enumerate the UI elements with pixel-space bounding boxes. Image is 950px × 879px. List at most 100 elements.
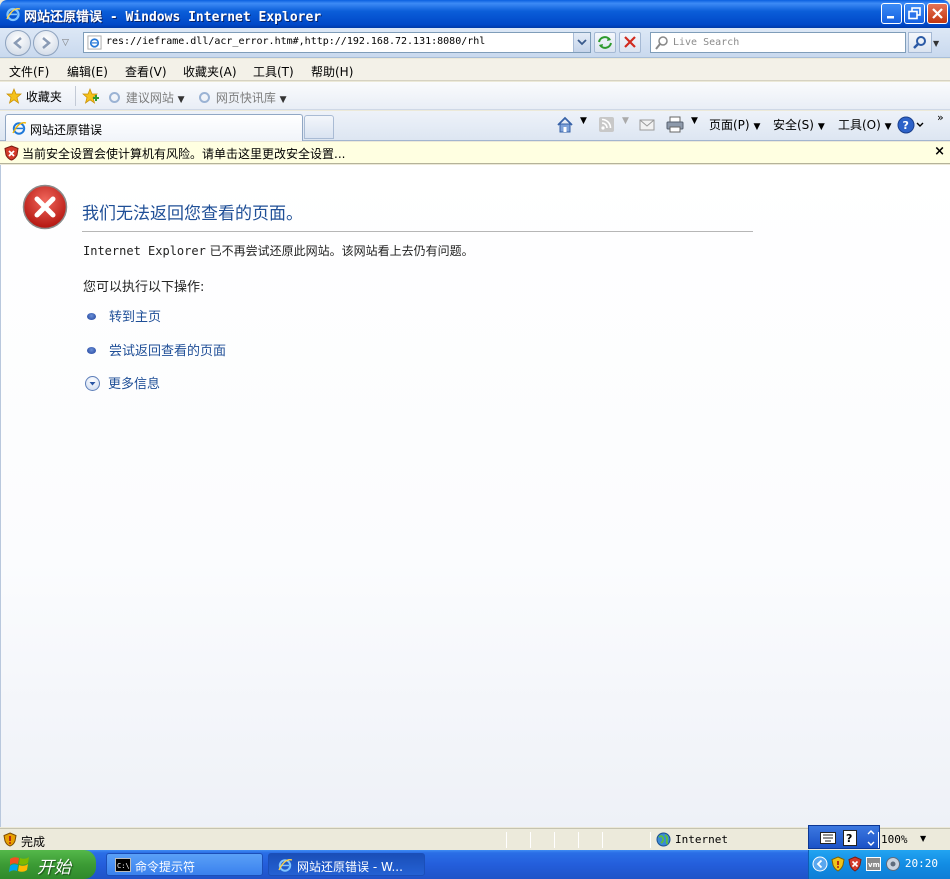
start-button[interactable]: 开始 [0,850,96,879]
stop-button[interactable] [619,32,641,53]
vmware-tools-icon[interactable]: vm [866,857,881,871]
add-to-favorites-icon[interactable] [82,88,100,105]
error-description: Internet Explorer 已不再尝试还原此网站。该网站看上去仍有问题。 [83,242,474,259]
security-warning-shield-icon [4,145,19,161]
search-icon [913,36,926,49]
language-bar-options-icon[interactable] [866,828,876,848]
page-content: 我们无法返回您查看的页面。 Internet Explorer 已不再尝试还原此… [0,165,950,827]
more-information-label: 更多信息 [108,377,161,392]
refresh-button[interactable] [594,32,616,53]
error-icon [22,184,68,230]
status-bar: 完成 Internet ? 100% ▼ [0,825,950,850]
information-bar[interactable]: 当前安全设置会使计算机有风险。请单击这里更改安全设置... × [0,142,950,164]
address-field[interactable]: res://ieframe.dll/acr_error.htm#,http://… [83,32,591,53]
address-dropdown-button[interactable] [573,33,590,52]
status-divider [878,832,879,848]
internet-explorer-icon [278,859,293,872]
feeds-dropdown[interactable]: ▼ [622,116,629,126]
error-description-text: 已不再尝试还原此网站。该网站看上去仍有问题。 [205,244,474,258]
help-icon[interactable]: ? [843,830,857,846]
security-zone-label[interactable]: Internet [675,833,728,846]
home-icon[interactable] [556,116,574,133]
forward-button[interactable] [33,30,59,56]
menu-tools[interactable]: 工具(T) [253,63,294,80]
menu-file[interactable]: 文件(F) [9,63,49,80]
search-button[interactable] [908,32,932,53]
network-connection-icon[interactable] [885,856,901,872]
taskbar: 开始 C:\ 命令提示符 网站还原错误 - W... vm 20:20 [0,850,950,879]
go-to-home-page-link[interactable]: 转到主页 [87,306,161,325]
close-information-bar-button[interactable]: × [934,144,945,159]
system-clock[interactable]: 20:20 [905,857,938,870]
print-icon[interactable] [665,116,685,133]
search-provider-icon [655,36,668,50]
safety-menu-button[interactable]: 安全(S) ▼ [773,116,825,133]
home-dropdown[interactable]: ▼ [580,116,587,126]
menu-favorites[interactable]: 收藏夹(A) [183,63,237,80]
title-divider [82,231,753,232]
page-menu-button[interactable]: 页面(P) ▼ [709,116,760,133]
favorites-bar: 收藏夹 建议网站 ▼ 网页快讯库 ▼ [0,82,950,110]
close-icon [932,8,943,19]
zoom-level[interactable]: 100% [881,833,908,846]
search-options-dropdown[interactable]: ▼ [933,39,939,48]
suggested-sites-button[interactable]: 建议网站 ▼ [107,89,185,106]
taskbar-item-internet-explorer[interactable]: 网站还原错误 - W... [268,853,425,876]
back-button[interactable] [5,30,31,56]
more-information-toggle[interactable]: 更多信息 [85,373,160,392]
mail-icon[interactable] [638,116,656,133]
tab-active[interactable]: 网站还原错误 [5,114,303,141]
language-bar[interactable]: ? [808,825,880,849]
bullet-icon [87,313,96,320]
recent-pages-dropdown[interactable]: ▽ [62,38,69,48]
ie-page-icon [199,92,210,103]
more-commands-chevron[interactable]: » [937,111,944,124]
status-divider [506,832,507,848]
refresh-icon [598,36,612,49]
favorites-label: 收藏夹 [25,90,62,104]
stop-icon [624,36,636,48]
restore-icon [908,7,921,20]
svg-text:?: ? [903,119,909,132]
menu-help[interactable]: 帮助(H) [311,63,353,80]
web-slice-gallery-button[interactable]: 网页快讯库 ▼ [197,89,287,106]
minimize-button[interactable] [881,3,902,24]
feeds-icon[interactable] [598,116,615,133]
actions-heading: 您可以执行以下操作: [83,280,205,295]
page-menu-label: 页面(P) [709,118,750,132]
favorites-button[interactable]: 收藏夹 [6,88,62,105]
try-return-to-page-link[interactable]: 尝试返回查看的页面 [87,340,226,359]
svg-text:?: ? [846,832,852,845]
taskbar-item-command-prompt[interactable]: C:\ 命令提示符 [106,853,263,876]
error-title: 我们无法返回您查看的页面。 [82,204,303,224]
search-input[interactable]: Live Search [650,32,906,53]
security-alert-shield-icon[interactable] [848,856,862,872]
page-icon [87,35,102,50]
help-icon[interactable]: ? [897,116,927,134]
restore-button[interactable] [904,3,925,24]
window-title: 网站还原错误 - Windows Internet Explorer [24,10,322,25]
menu-view[interactable]: 查看(V) [125,63,167,80]
close-window-button[interactable] [927,3,948,24]
status-divider [554,832,555,848]
new-tab-button[interactable] [304,115,334,139]
internet-zone-globe-icon [656,832,671,847]
toolbar-divider [75,86,76,106]
system-tray: vm 20:20 [808,850,950,879]
expand-chevron-icon [85,376,100,391]
ie-page-icon [109,92,120,103]
show-hidden-icons-icon[interactable] [812,856,828,872]
tools-menu-button[interactable]: 工具(O) ▼ [838,116,892,133]
security-center-shield-icon[interactable] [831,856,845,872]
web-slice-gallery-label: 网页快讯库 [215,91,276,105]
star-icon [6,88,22,104]
keyboard-icon[interactable] [820,832,836,844]
window-title-bar[interactable]: 网站还原错误 - Windows Internet Explorer [0,0,950,28]
back-arrow-icon [13,37,22,49]
print-dropdown[interactable]: ▼ [691,116,698,126]
zoom-dropdown[interactable]: ▼ [920,834,926,843]
menu-edit[interactable]: 编辑(E) [67,63,108,80]
svg-text:vm: vm [868,861,880,869]
suggested-sites-label: 建议网站 [125,91,174,105]
bullet-icon [87,347,96,354]
